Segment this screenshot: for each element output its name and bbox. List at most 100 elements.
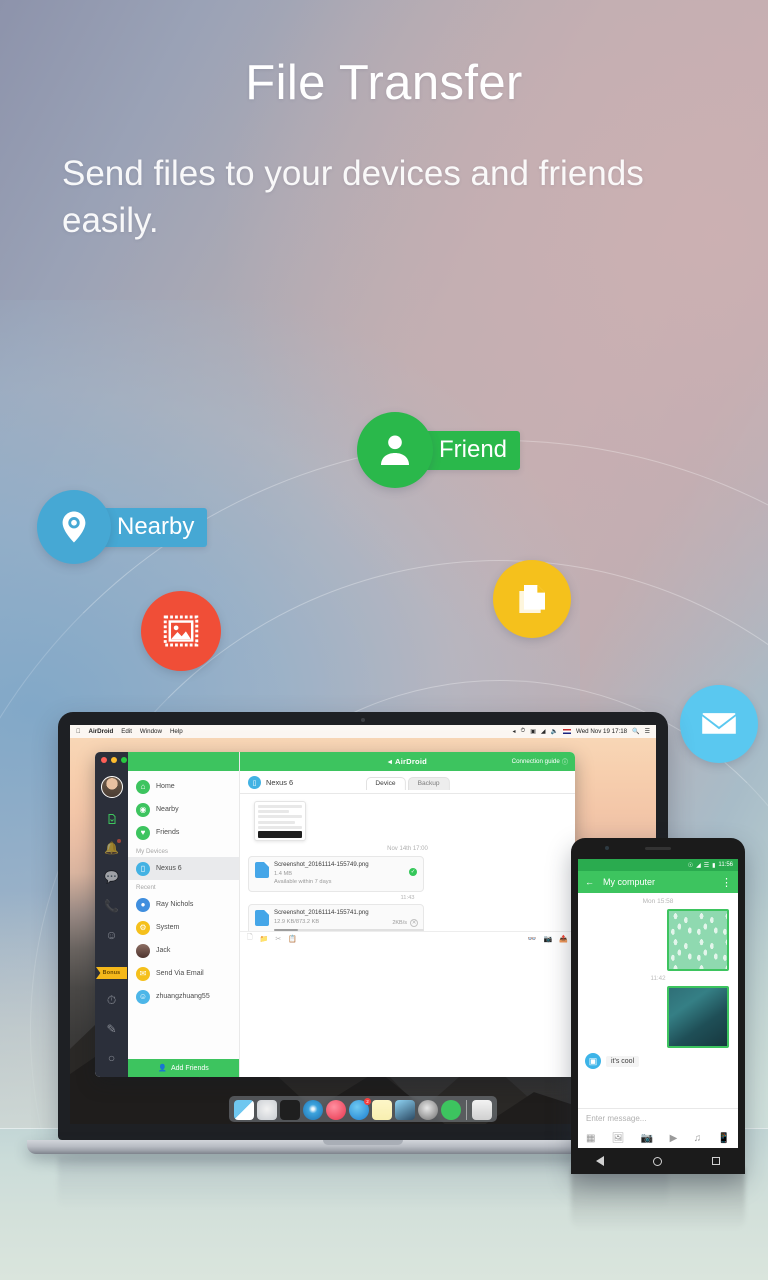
recents-nav-icon[interactable] — [712, 1157, 721, 1165]
scissors-icon[interactable]: ✂ — [275, 935, 281, 943]
dock-app-store-icon[interactable]: 2 — [349, 1098, 371, 1120]
sidebar-item-ray-nichols[interactable]: ● Ray Nichols — [128, 893, 239, 916]
window-traffic-lights[interactable] — [101, 757, 127, 763]
device-icon[interactable]: 📱 — [718, 1133, 730, 1144]
dock-safari-icon[interactable] — [303, 1100, 323, 1120]
transfer-progress-bar — [274, 929, 424, 931]
notification-center-icon[interactable]: ☰ — [645, 728, 650, 735]
sidebar-item-nexus-6[interactable]: ▯ Nexus 6 — [128, 857, 239, 880]
avatar[interactable] — [100, 776, 123, 798]
file-message-bubble[interactable]: Screenshot_20161114-155741.png 12.9 KB/8… — [248, 903, 424, 931]
add-friends-button[interactable]: 👤 Add Friends — [128, 1059, 239, 1077]
video-icon[interactable]: ▶ — [670, 1133, 678, 1144]
incoming-message: ▣ it's cool — [585, 1053, 731, 1069]
message-icon[interactable]: 💬 — [104, 869, 120, 885]
screenshot-icon[interactable]: 📷 — [544, 935, 553, 943]
apple-logo-icon[interactable]:  — [76, 729, 81, 735]
sidebar-item-system[interactable]: ⚙ System — [128, 916, 239, 939]
text-message-bubble: it's cool — [606, 1055, 640, 1067]
search-icon[interactable]: 🔍 — [632, 728, 639, 735]
binoculars-icon[interactable]: 👓 — [528, 935, 537, 943]
dock-airdroid-icon[interactable] — [441, 1100, 461, 1120]
image-message[interactable] — [667, 986, 729, 1048]
dock-system-preferences-icon[interactable] — [418, 1100, 438, 1120]
preview-line — [258, 825, 302, 829]
add-person-icon: 👤 — [158, 1065, 167, 1072]
sidebar-item-jack[interactable]: Jack — [128, 939, 239, 962]
call-icon[interactable]: 📞 — [104, 898, 120, 914]
clock-tray-icon[interactable]: ⏱ — [521, 728, 526, 735]
airdroid-tray-icon[interactable]: ◂ — [513, 728, 516, 735]
bonus-ribbon[interactable]: Bonus — [96, 967, 127, 979]
chat-input-area[interactable] — [240, 945, 575, 1077]
sidebar-item-friends[interactable]: ♥ Friends — [128, 821, 239, 844]
folder-icon[interactable]: 📁 — [260, 935, 269, 943]
image-message[interactable] — [667, 909, 729, 971]
sidebar-item-zhuangzhuang55[interactable]: ☺ zhuangzhuang55 — [128, 985, 239, 1008]
image-icon[interactable]: 🖼 — [612, 1133, 625, 1144]
dock-launchpad-icon[interactable] — [257, 1100, 277, 1120]
device-preview-card[interactable] — [254, 801, 306, 841]
phone-input-row[interactable]: Enter message... — [578, 1108, 738, 1128]
maximize-icon[interactable] — [121, 757, 127, 763]
clipboard-icon[interactable]: 📋 — [288, 935, 297, 943]
app-vertical-toolbar: 🔔 💬 📞 ☺ Bonus ⏱ ✎ ○ — [95, 752, 128, 1077]
dock-notes-icon[interactable] — [372, 1100, 392, 1120]
laptop-trackpad-notch — [323, 1140, 403, 1145]
home-nav-icon[interactable] — [653, 1156, 663, 1166]
dock-itunes-icon[interactable] — [326, 1100, 346, 1120]
message-timestamp: 11:42 — [650, 975, 666, 982]
badge-friend[interactable]: Friend — [357, 412, 521, 488]
volume-icon[interactable]: 🔈 — [551, 728, 558, 735]
music-icon[interactable]: ♫ — [694, 1133, 702, 1144]
brand-name: AirDroid — [395, 757, 427, 766]
file-message-bubble[interactable]: Screenshot_20161114-155749.png 1.4 MB Av… — [248, 856, 424, 892]
page-subtitle: Send files to your devices and friends e… — [62, 154, 644, 241]
mac-menu-bar:  AirDroid Edit Window Help ◂ ⏱ ▣ ◢ 🔈 We… — [70, 725, 656, 738]
minimize-icon[interactable] — [111, 757, 117, 763]
apps-grid-icon[interactable]: ▦ — [586, 1133, 595, 1144]
dock-trash-icon[interactable] — [472, 1100, 492, 1120]
overflow-menu-icon[interactable]: ⋮ — [721, 876, 732, 889]
message-input[interactable]: Enter message... — [586, 1114, 646, 1123]
close-icon[interactable] — [101, 757, 107, 763]
display-tray-icon[interactable]: ▣ — [530, 728, 536, 735]
dock-photos-icon[interactable] — [395, 1100, 415, 1120]
phone-message-list[interactable]: Mon 15:58 11:42 ▣ it's cool — [578, 893, 738, 1108]
badge-mail[interactable] — [680, 685, 758, 763]
wifi-icon[interactable]: ◢ — [541, 728, 546, 735]
menu-app-name[interactable]: AirDroid — [89, 728, 114, 735]
contact-icon[interactable]: ☺ — [104, 927, 120, 943]
sidebar-item-send-via-email[interactable]: ✉ Send Via Email — [128, 962, 239, 985]
badge-document[interactable] — [493, 560, 571, 638]
tab-backup[interactable]: Backup — [407, 776, 450, 790]
tab-device[interactable]: Device — [365, 776, 406, 790]
menu-item-help[interactable]: Help — [170, 728, 183, 735]
export-icon[interactable]: 📤 — [559, 935, 568, 943]
transfer-speed: 2KB/s — [392, 919, 407, 926]
back-arrow-icon[interactable]: ← — [585, 877, 594, 887]
phone-device: ☉ ◢ ☰ ▮ 11:56 ← My computer ⋮ Mon 15:58 … — [571, 838, 745, 1174]
back-nav-icon[interactable] — [595, 1156, 604, 1166]
more-icon[interactable]: ○ — [104, 1050, 120, 1066]
cancel-transfer-icon[interactable]: ✕ — [410, 918, 418, 927]
notification-bell-icon[interactable]: 🔔 — [104, 839, 121, 856]
sidebar-item-home[interactable]: ⌂ Home — [128, 775, 239, 798]
file-icon[interactable]: 🗋 — [247, 933, 253, 944]
menu-item-window[interactable]: Window — [140, 728, 162, 735]
menu-item-edit[interactable]: Edit — [121, 728, 132, 735]
dock-mission-control-icon[interactable] — [280, 1100, 300, 1120]
edit-icon[interactable]: ✎ — [104, 1021, 120, 1037]
dock-finder-icon[interactable] — [234, 1100, 254, 1120]
badge-nearby[interactable]: Nearby — [37, 490, 208, 564]
input-language-icon[interactable] — [562, 729, 571, 734]
file-transfer-icon[interactable] — [104, 811, 120, 827]
connection-guide-link[interactable]: Connection guide ⓘ — [512, 757, 568, 766]
download-complete-icon[interactable]: ✓ — [409, 868, 417, 876]
camera-icon[interactable]: 📷 — [641, 1133, 653, 1144]
chat-messages[interactable]: Nov 14th 17:00 Screenshot_20161114-15574… — [240, 793, 575, 931]
history-icon[interactable]: ⏱ — [104, 992, 120, 1008]
preview-line — [258, 820, 295, 824]
sidebar-item-nearby[interactable]: ◉ Nearby — [128, 798, 239, 821]
badge-photo[interactable] — [141, 591, 221, 671]
